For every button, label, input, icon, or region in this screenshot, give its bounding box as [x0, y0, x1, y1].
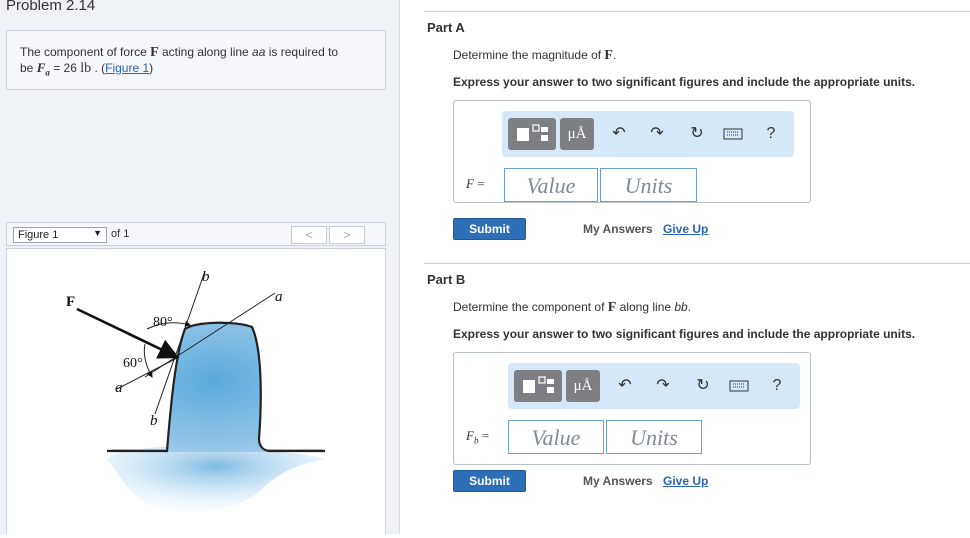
part-b-var-label: Fb = [466, 428, 490, 446]
figure-select[interactable]: Figure 1 ▼ [13, 227, 107, 243]
statement-text: ) [149, 61, 154, 75]
part-a-my-answers[interactable]: My Answers [583, 222, 653, 236]
figure-select-value: Figure 1 [18, 229, 59, 241]
part-a-var-label: F = [466, 176, 485, 191]
templates-icon [517, 124, 548, 141]
label-80-deg: 80° [153, 315, 173, 330]
keyboard-icon[interactable] [728, 375, 750, 397]
problem-title: Problem 2.14 [6, 0, 96, 14]
statement-text: The component of force [20, 45, 151, 59]
statement-text: be [20, 61, 37, 75]
part-b-submit-button[interactable]: Submit [453, 470, 526, 492]
part-a-toolbar: μÅ ↶ ↷ ↻ ? [502, 111, 794, 157]
chevron-down-icon: ▼ [93, 228, 102, 238]
fa-unit: lb [80, 61, 92, 76]
part-a-title: Part A [427, 20, 465, 35]
part-b-value-input[interactable]: Value [508, 420, 604, 454]
part-b-title: Part B [427, 272, 466, 287]
part-a-submit-button[interactable]: Submit [453, 218, 526, 240]
part-b-my-answers[interactable]: My Answers [583, 474, 653, 488]
figure-link[interactable]: Figure 1 [105, 61, 149, 75]
part-b-divider [424, 263, 970, 264]
part-a-answer-box: μÅ ↶ ↷ ↻ ? F = Value Units [453, 100, 811, 203]
base-shape [107, 446, 325, 513]
part-a-give-up[interactable]: Give Up [663, 222, 708, 236]
redo-icon[interactable]: ↷ [652, 375, 674, 397]
help-icon[interactable]: ? [766, 375, 788, 397]
templates-button[interactable] [508, 118, 556, 150]
problem-statement: The component of force F acting along li… [6, 30, 386, 90]
part-b-answer-box: μÅ ↶ ↷ ↻ ? Fb = Value Units [453, 352, 811, 465]
statement-text: acting along line [158, 45, 253, 59]
problem-panel: Problem 2.14 The component of force F ac… [0, 0, 400, 534]
label-F: F [66, 294, 75, 310]
statement-text: . ( [91, 61, 106, 75]
statement-text: = 26 [49, 61, 81, 75]
figure-count: of 1 [111, 228, 130, 240]
label-b-top: b [202, 269, 210, 285]
templates-icon [523, 376, 554, 393]
part-a-instruction: Express your answer to two significant f… [453, 75, 916, 89]
part-b-give-up[interactable]: Give Up [663, 474, 708, 488]
fa-symbol: Fa [36, 60, 50, 78]
force-symbol: F [150, 45, 159, 60]
part-a-value-input[interactable]: Value [504, 168, 598, 202]
part-b-instruction: Express your answer to two significant f… [453, 327, 916, 341]
figure-panel: F b a 80° 60° a b [6, 248, 386, 534]
undo-icon[interactable]: ↶ [614, 375, 636, 397]
next-figure-button[interactable]: > [329, 226, 365, 244]
prev-figure-button[interactable]: < [291, 226, 327, 244]
part-a-units-input[interactable]: Units [600, 168, 697, 202]
units-button[interactable]: μÅ [560, 118, 594, 150]
reset-icon[interactable]: ↻ [692, 375, 714, 397]
part-b-units-input[interactable]: Units [606, 420, 702, 454]
statement-text: is required to [265, 45, 339, 59]
part-a-prompt: Determine the magnitude of F. [453, 48, 617, 63]
part-b-prompt: Determine the component of F along line … [453, 300, 692, 315]
part-b-toolbar: μÅ ↶ ↷ ↻ ? [508, 363, 800, 409]
line-name: aa [252, 45, 266, 59]
label-60-deg: 60° [123, 356, 143, 371]
reset-icon[interactable]: ↻ [686, 123, 708, 145]
label-a-top: a [275, 289, 283, 305]
templates-button[interactable] [514, 370, 562, 402]
post-body [107, 322, 322, 452]
units-button[interactable]: μÅ [566, 370, 600, 402]
help-icon[interactable]: ? [760, 123, 782, 145]
figure-diagram: F b a 80° 60° a b [66, 269, 325, 513]
undo-icon[interactable]: ↶ [608, 123, 630, 145]
part-a-divider [424, 11, 970, 12]
label-a-left: a [115, 380, 123, 396]
label-b-bottom: b [150, 413, 158, 429]
redo-icon[interactable]: ↷ [646, 123, 668, 145]
keyboard-icon[interactable] [722, 123, 744, 145]
figure-toolbar: Figure 1 ▼ of 1 < > [6, 222, 386, 246]
